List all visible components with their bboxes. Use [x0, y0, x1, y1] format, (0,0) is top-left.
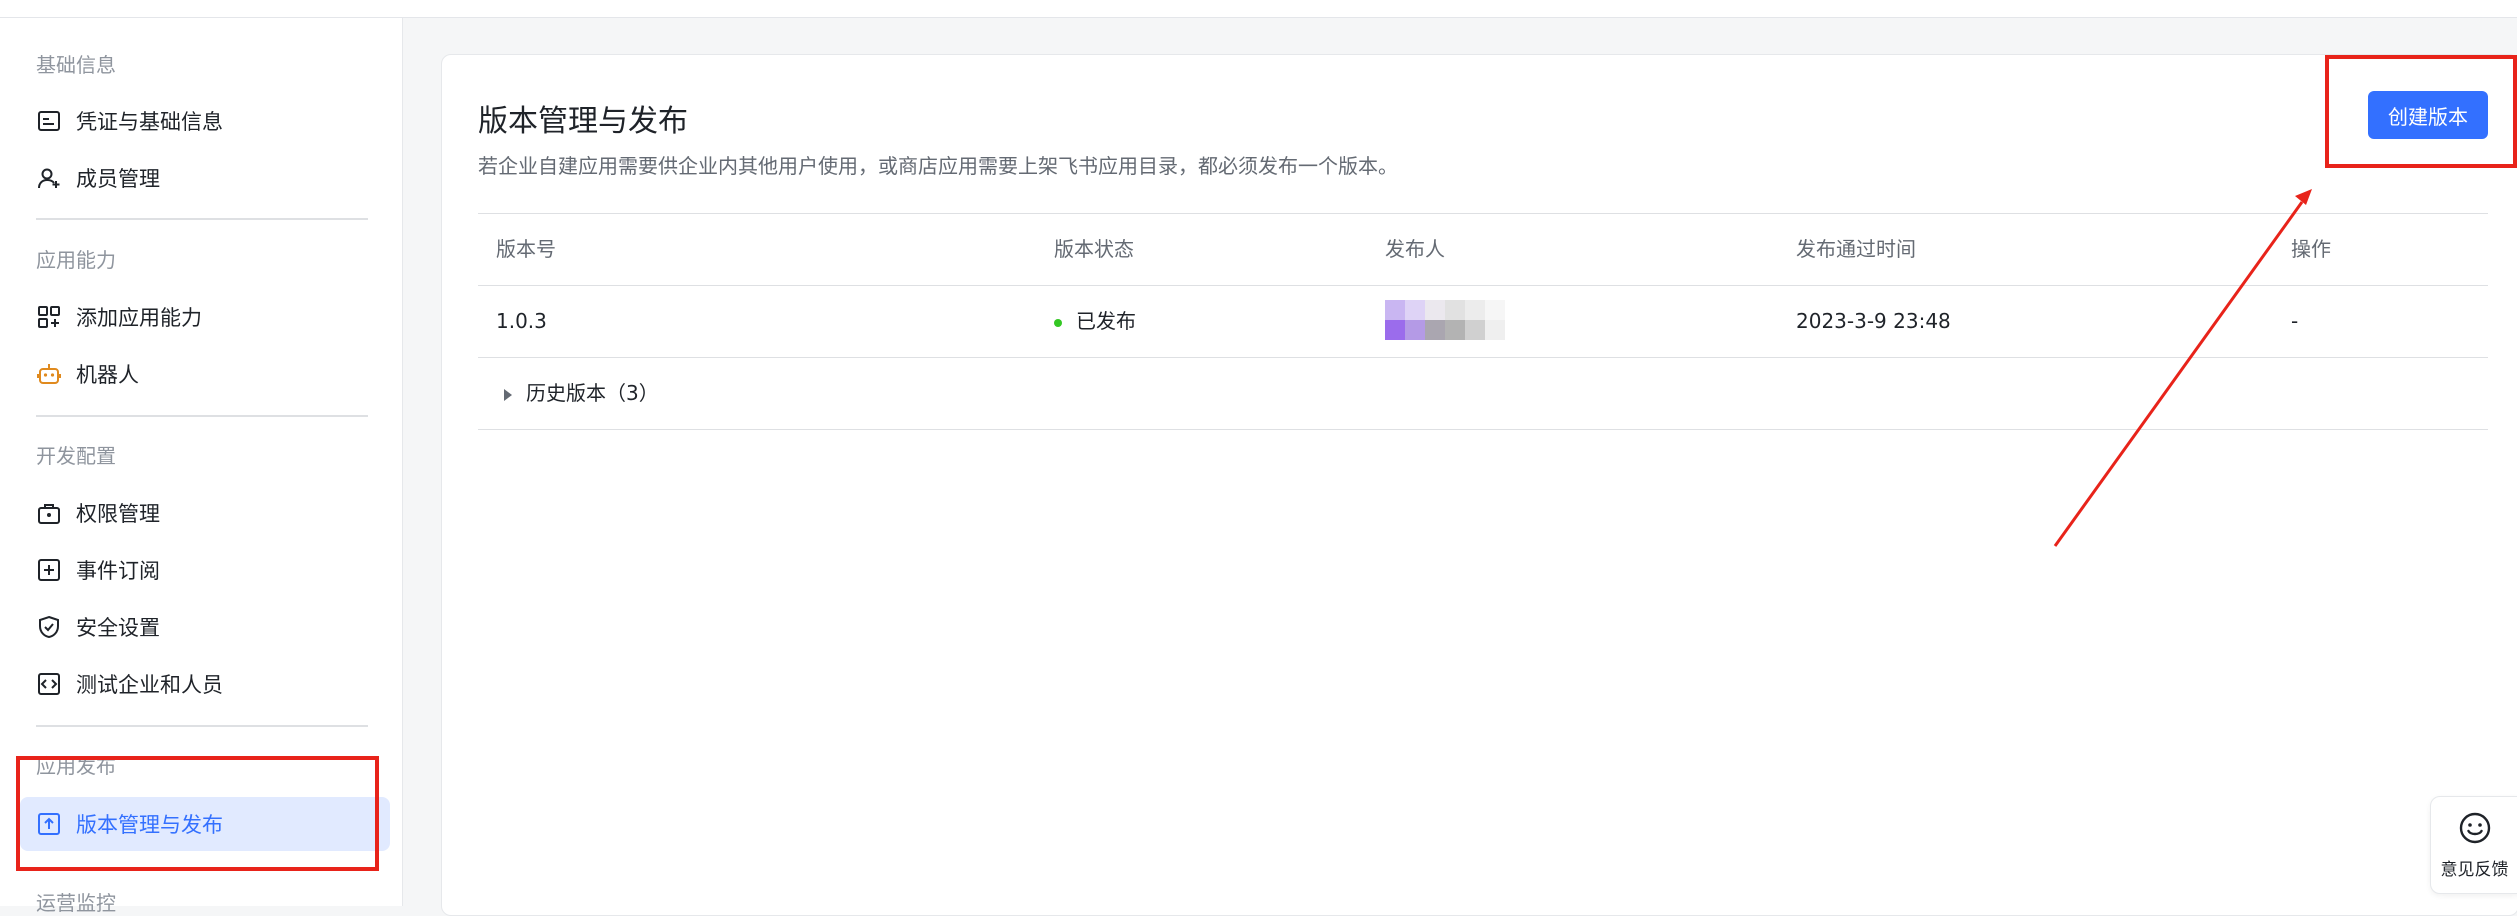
annotation-arrow — [2053, 189, 2312, 547]
